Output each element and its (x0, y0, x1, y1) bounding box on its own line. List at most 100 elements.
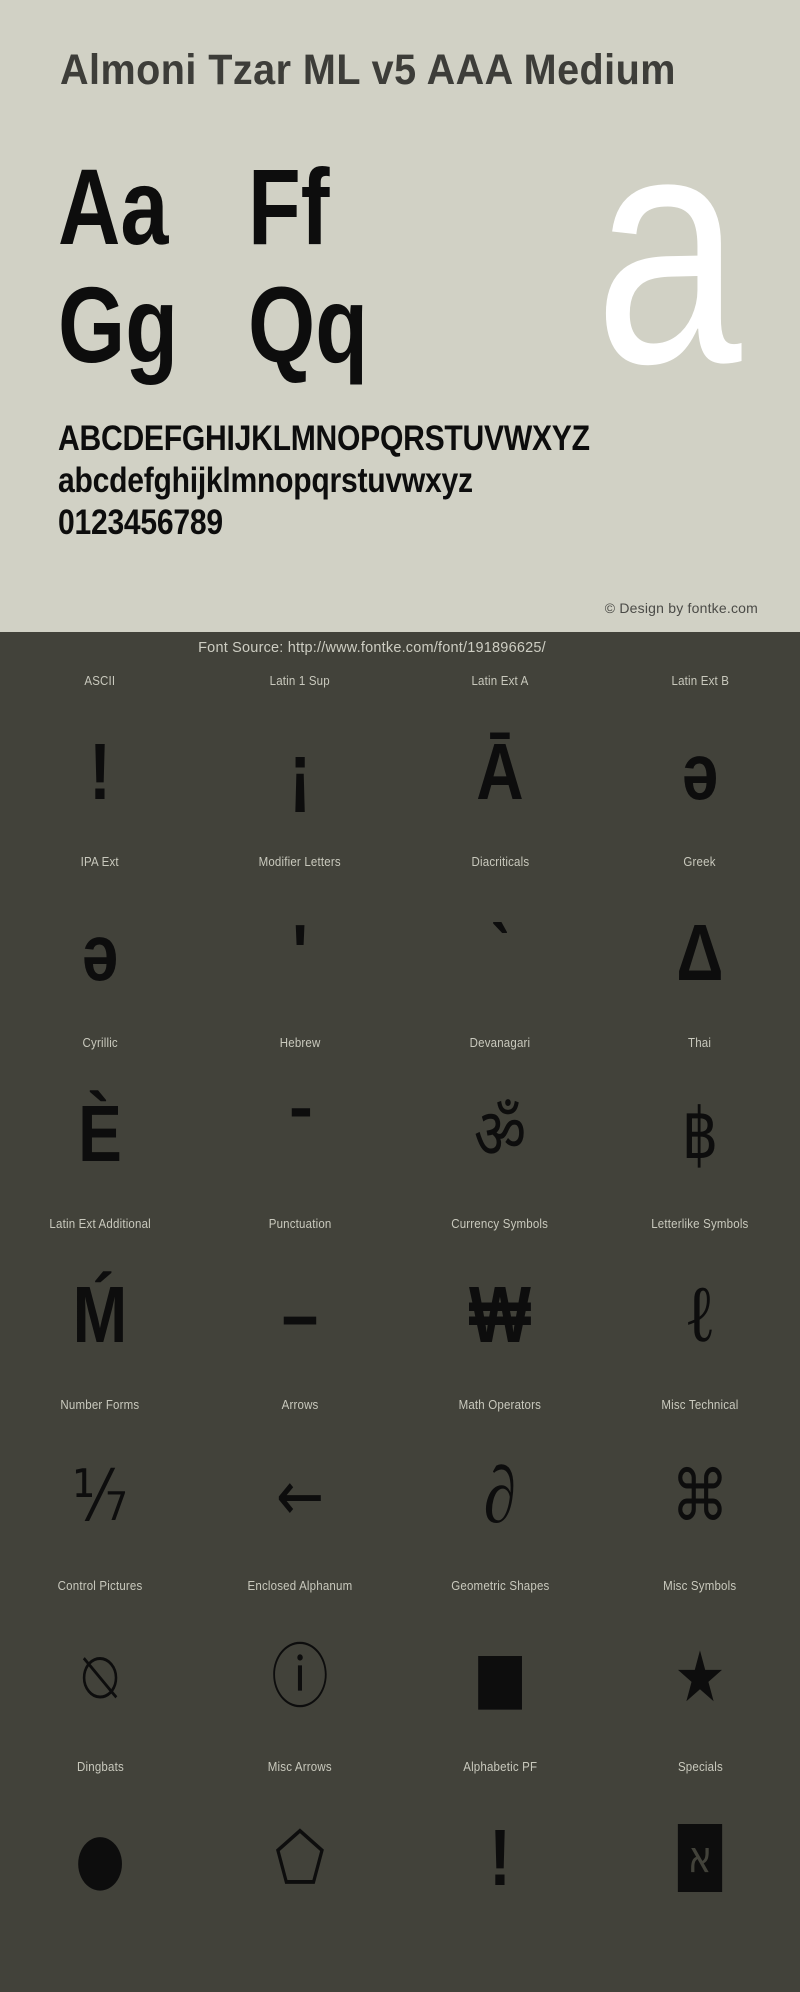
unicode-block-cell[interactable]: Greek Δ (600, 845, 800, 1026)
unicode-block-label: ASCII (84, 674, 116, 688)
unicode-block-cell[interactable]: Punctuation – (200, 1207, 400, 1388)
unicode-block-cell[interactable]: Modifier Letters ʹ (200, 845, 400, 1026)
unicode-block-label: Punctuation (268, 1217, 332, 1231)
unicode-block-label: Geometric Shapes (450, 1579, 550, 1593)
unicode-block-glyph: ⓘ (271, 1635, 329, 1718)
unicode-block-cell[interactable]: Hebrew ־ (200, 1026, 400, 1207)
unicode-block-label: Arrows (281, 1398, 319, 1412)
unicode-block-cell[interactable]: Dingbats ● (0, 1750, 200, 1931)
unicode-block-cell[interactable]: Latin Ext B ə (600, 664, 800, 845)
unicode-block-cell[interactable]: Math Operators ∂ (400, 1388, 600, 1569)
unicode-block-label: Misc Arrows (267, 1760, 332, 1774)
unicode-block-cell[interactable]: Alphabetic PF ! (400, 1750, 600, 1931)
unicode-block-glyph: ■ (472, 1635, 528, 1718)
unicode-block-row: Latin Ext Additional Ḿ Punctuation – Cur… (0, 1207, 800, 1388)
unicode-block-label: Thai (688, 1036, 712, 1050)
letter-pair-row: Gg Qq (58, 266, 438, 384)
unicode-block-label: Latin Ext B (671, 674, 729, 688)
unicode-block-glyph: Ḿ (72, 1269, 128, 1359)
unicode-block-glyph: ־ (287, 1088, 313, 1178)
unicode-block-cell[interactable]: Enclosed Alphanum ⓘ (200, 1569, 400, 1750)
unicode-block-label: IPA Ext (80, 855, 120, 869)
unicode-block-label: Alphabetic PF (462, 1760, 537, 1774)
unicode-block-label: Modifier Letters (258, 855, 342, 869)
unicode-block-glyph: ● (74, 1816, 126, 1899)
letter-pair-row: Aa Ff (58, 148, 438, 266)
unicode-block-cell[interactable]: Misc Technical ⌘ (600, 1388, 800, 1569)
unicode-block-cell[interactable]: Latin 1 Sup ¡ (200, 664, 400, 845)
unicode-block-glyph: ℓ (687, 1270, 713, 1359)
unicode-block-cell[interactable]: Devanagari ॐ (400, 1026, 600, 1207)
unicode-blocks-panel: Font Source: http://www.fontke.com/font/… (0, 632, 800, 1949)
unicode-block-glyph: ฿ (681, 1092, 719, 1175)
unicode-block-label: Misc Technical (661, 1398, 739, 1412)
unicode-block-cell[interactable]: IPA Ext ə (0, 845, 200, 1026)
unicode-block-cell[interactable]: Latin Ext Additional Ḿ (0, 1207, 200, 1388)
unicode-block-glyph: ★ (674, 1635, 726, 1718)
unicode-block-glyph: – (281, 1269, 319, 1359)
unicode-block-label: Latin Ext Additional (49, 1217, 151, 1231)
specials-notdef-box: א (678, 1823, 722, 1892)
unicode-block-label: Greek (683, 855, 717, 869)
unicode-block-label: Currency Symbols (451, 1217, 549, 1231)
unicode-block-glyph: ← (275, 1454, 325, 1537)
unicode-block-glyph: ₩ (469, 1269, 531, 1359)
unicode-block-cell[interactable]: Thai ฿ (600, 1026, 800, 1207)
unicode-block-label: Control Pictures (57, 1579, 143, 1593)
unicode-block-glyph: ə (681, 726, 719, 816)
unicode-block-glyph: ⌘ (671, 1454, 729, 1537)
unicode-block-label: Diacriticals (471, 855, 529, 869)
unicode-block-row: IPA Ext ə Modifier Letters ʹ Diacritical… (0, 845, 800, 1026)
unicode-block-cell[interactable]: ASCII ! (0, 664, 200, 845)
unicode-block-label: Letterlike Symbols (651, 1217, 749, 1231)
unicode-block-cell[interactable]: Arrows ← (200, 1388, 400, 1569)
unicode-block-cell[interactable]: Latin Ext A Ā (400, 664, 600, 845)
letter-pair-grid: Aa Ff Gg Qq (58, 148, 438, 384)
unicode-block-cell[interactable]: Diacriticals ˋ (400, 845, 600, 1026)
font-specimen-page: a Almoni Tzar ML v5 AAA Medium Aa Ff Gg … (0, 0, 800, 1992)
letter-pair-qq: Qq (248, 264, 368, 385)
unicode-block-label: Number Forms (60, 1398, 140, 1412)
unicode-block-glyph: ⬠ (275, 1816, 325, 1899)
unicode-block-label: Latin Ext A (471, 674, 529, 688)
alphabet-digits: 0123456789 (58, 503, 223, 542)
unicode-block-label: Latin 1 Sup (269, 674, 331, 688)
unicode-block-glyph: ! (89, 726, 111, 816)
unicode-block-label: Misc Symbols (663, 1579, 737, 1593)
unicode-block-row: Dingbats ● Misc Arrows ⬠ Alphabetic PF !… (0, 1750, 800, 1931)
unicode-block-row: Number Forms ⅐ Arrows ← Math Operators ∂… (0, 1388, 800, 1569)
letter-pair-gg: Gg (58, 264, 178, 385)
unicode-block-label: Specials (677, 1760, 723, 1774)
unicode-block-cell[interactable]: Currency Symbols ₩ (400, 1207, 600, 1388)
unicode-block-cell[interactable]: Misc Symbols ★ (600, 1569, 800, 1750)
unicode-block-label: Hebrew (279, 1036, 321, 1050)
alphabet-sample: ABCDEFGHIJKLMNOPQRSTUVWXYZ abcdefghijklm… (58, 418, 758, 544)
unicode-block-label: Devanagari (469, 1036, 531, 1050)
font-source-link[interactable]: Font Source: http://www.fontke.com/font/… (0, 632, 800, 664)
unicode-blocks-grid: ASCII ! Latin 1 Sup ¡ Latin Ext A Ā Lati… (0, 664, 800, 1949)
unicode-block-cell[interactable]: Control Pictures ⍉ (0, 1569, 200, 1750)
unicode-block-glyph: ! (489, 1812, 511, 1902)
unicode-block-glyph: Ā (476, 726, 524, 816)
unicode-block-cell[interactable]: Misc Arrows ⬠ (200, 1750, 400, 1931)
unicode-block-cell[interactable]: Specials א (600, 1750, 800, 1931)
alphabet-lowercase: abcdefghijklmnopqrstuvwxyz (58, 461, 473, 500)
unicode-block-glyph: ∂ (483, 1451, 517, 1540)
unicode-block-glyph: ⅐ (72, 1454, 128, 1537)
unicode-block-glyph: ⍉ (82, 1635, 118, 1718)
design-credit: © Design by fontke.com (604, 600, 758, 616)
unicode-block-glyph: ə (81, 907, 119, 997)
unicode-block-glyph: ¡ (289, 726, 311, 816)
unicode-block-label: Math Operators (458, 1398, 542, 1412)
unicode-block-glyph: ʹ (292, 907, 308, 997)
unicode-block-cell[interactable]: Number Forms ⅐ (0, 1388, 200, 1569)
unicode-block-glyph: Δ (676, 907, 724, 997)
unicode-block-glyph: Ѐ (78, 1088, 122, 1178)
letter-pair-ff: Ff (248, 146, 330, 267)
unicode-block-row: Cyrillic Ѐ Hebrew ־ Devanagari ॐ Thai ฿ (0, 1026, 800, 1207)
unicode-block-cell[interactable]: Geometric Shapes ■ (400, 1569, 600, 1750)
unicode-block-cell[interactable]: Letterlike Symbols ℓ (600, 1207, 800, 1388)
unicode-block-cell[interactable]: Cyrillic Ѐ (0, 1026, 200, 1207)
unicode-block-row: Control Pictures ⍉ Enclosed Alphanum ⓘ G… (0, 1569, 800, 1750)
watermark-glyph-a: a (595, 63, 742, 432)
